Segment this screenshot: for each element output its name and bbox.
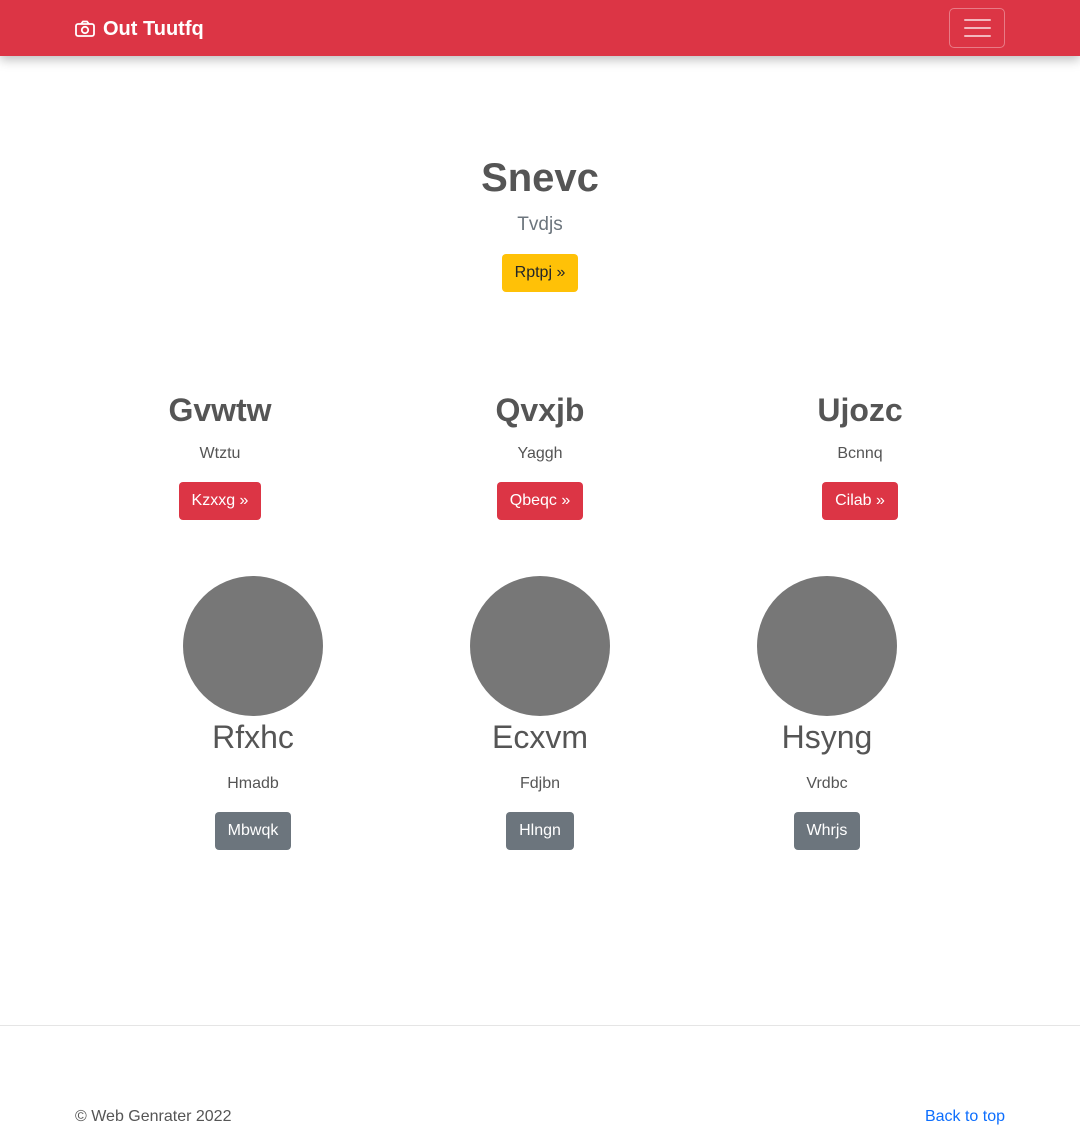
person-button[interactable]: Whrjs [793, 812, 861, 850]
feature-button[interactable]: Qbeqc » [496, 482, 584, 520]
avatar [470, 576, 610, 716]
person-card: Rfxhc Hmadb Mbwqk [113, 576, 393, 850]
person-name: Ecxvm [492, 719, 588, 755]
brand-label: Out Tuutfq [103, 17, 204, 40]
feature-text: Yaggh [517, 445, 563, 462]
feature-button[interactable]: Cilab » [822, 482, 898, 520]
person-text: Fdjbn [519, 775, 561, 792]
back-to-top-link[interactable]: Back to top [925, 1108, 1005, 1126]
hero-button[interactable]: Rptpj » [501, 254, 579, 292]
hero-subtitle: Tvdjs [517, 214, 563, 235]
avatar [757, 576, 897, 716]
person-name: Rfxhc [212, 719, 294, 755]
feature-card: Qvxjb Yaggh Qbeqc » [390, 390, 690, 520]
footer-copyright: © Web Genrater 2022 [75, 1108, 232, 1125]
navbar: Out Tuutfq [0, 0, 1080, 56]
feature-text: Wtztu [199, 445, 241, 462]
feature-card: Gvwtw Wtztu Kzxxg » [70, 390, 370, 520]
feature-button[interactable]: Kzxxg » [178, 482, 262, 520]
footer-divider [0, 1025, 1080, 1026]
avatar [183, 576, 323, 716]
hero-section: Snevc Tvdjs Rptpj » [0, 150, 1080, 292]
camera-icon [75, 20, 95, 38]
hamburger-menu-icon [963, 19, 991, 21]
feature-text: Bcnnq [837, 445, 883, 462]
feature-title: Qvxjb [495, 392, 585, 428]
person-button[interactable]: Mbwqk [214, 812, 292, 850]
feature-title: Gvwtw [168, 392, 272, 428]
person-text: Hmadb [227, 775, 279, 792]
person-card: Ecxvm Fdjbn Hlngn [400, 576, 680, 850]
person-button[interactable]: Hlngn [506, 812, 574, 850]
person-card: Hsyng Vrdbc Whrjs [687, 576, 967, 850]
feature-title: Ujozc [817, 392, 903, 428]
person-text: Vrdbc [806, 775, 848, 792]
navbar-toggler-button[interactable] [949, 8, 1005, 48]
brand-link[interactable]: Out Tuutfq [75, 16, 204, 42]
feature-card: Ujozc Bcnnq Cilab » [710, 390, 1010, 520]
person-name: Hsyng [781, 719, 873, 755]
hero-title: Snevc [481, 156, 599, 200]
